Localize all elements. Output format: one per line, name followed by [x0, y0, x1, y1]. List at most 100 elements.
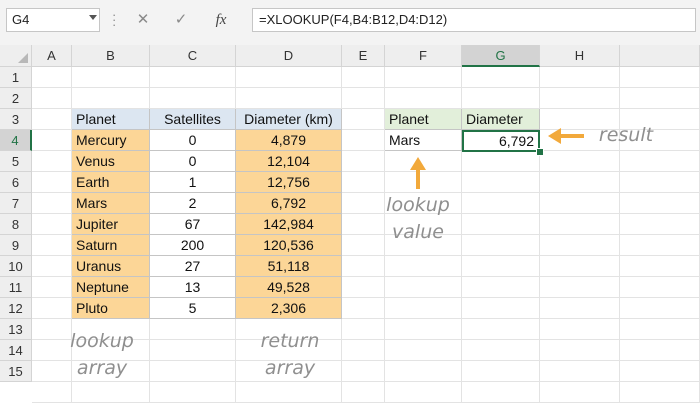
row-header-3[interactable]: 3 [0, 109, 32, 130]
cell[interactable] [540, 277, 620, 298]
cell[interactable] [342, 172, 385, 193]
cell[interactable] [385, 361, 462, 382]
cell[interactable] [342, 67, 385, 88]
cell[interactable] [32, 109, 72, 130]
cell[interactable] [150, 67, 236, 88]
row-header-12[interactable]: 12 [0, 298, 32, 319]
cell[interactable] [540, 319, 620, 340]
diameter-cell[interactable]: 4,879 [236, 130, 342, 151]
cell[interactable] [620, 256, 700, 277]
satellites-cell[interactable]: 13 [150, 277, 236, 298]
cell[interactable] [342, 256, 385, 277]
insert-function-icon[interactable]: fx [208, 8, 234, 32]
table-header-planet[interactable]: Planet [72, 109, 150, 130]
cell[interactable] [620, 340, 700, 361]
cell[interactable] [236, 67, 342, 88]
cell[interactable] [462, 340, 540, 361]
cell[interactable] [620, 67, 700, 88]
satellites-cell[interactable]: 5 [150, 298, 236, 319]
satellites-cell[interactable]: 1 [150, 172, 236, 193]
cell[interactable] [32, 256, 72, 277]
cell[interactable] [540, 298, 620, 319]
table-header-diameter-km[interactable]: Diameter (km) [236, 109, 342, 130]
cell[interactable] [72, 88, 150, 109]
cell[interactable] [385, 256, 462, 277]
planet-cell[interactable]: Mars [72, 193, 150, 214]
cell[interactable] [462, 193, 540, 214]
column-header-b[interactable]: B [72, 45, 150, 67]
diameter-cell[interactable]: 12,756 [236, 172, 342, 193]
cell[interactable] [32, 172, 72, 193]
satellites-cell[interactable]: 0 [150, 130, 236, 151]
cancel-icon[interactable]: ✕ [130, 8, 156, 32]
row-header-6[interactable]: 6 [0, 172, 32, 193]
cell[interactable] [342, 193, 385, 214]
row-header-1[interactable]: 1 [0, 67, 32, 88]
cell[interactable] [342, 88, 385, 109]
row-header-13[interactable]: 13 [0, 319, 32, 340]
diameter-cell[interactable]: 2,306 [236, 298, 342, 319]
cell[interactable] [150, 361, 236, 382]
cell[interactable] [462, 88, 540, 109]
cell[interactable] [462, 67, 540, 88]
column-header-e[interactable]: E [342, 45, 385, 67]
cell[interactable] [32, 151, 72, 172]
cell[interactable] [620, 151, 700, 172]
cell[interactable] [540, 235, 620, 256]
row-header-11[interactable]: 11 [0, 277, 32, 298]
cell[interactable] [540, 88, 620, 109]
row-header-7[interactable]: 7 [0, 193, 32, 214]
cell[interactable] [540, 67, 620, 88]
more-dots-icon[interactable]: · · · [112, 8, 116, 31]
cell[interactable] [32, 277, 72, 298]
cell[interactable] [462, 298, 540, 319]
cell[interactable] [150, 319, 236, 340]
row-header-8[interactable]: 8 [0, 214, 32, 235]
cell[interactable] [32, 193, 72, 214]
cell[interactable] [620, 361, 700, 382]
cell[interactable] [540, 151, 620, 172]
cell[interactable] [462, 214, 540, 235]
diameter-cell[interactable]: 6,792 [236, 193, 342, 214]
formula-input[interactable]: =XLOOKUP(F4,B4:B12,D4:D12) [252, 8, 696, 32]
cell[interactable] [342, 298, 385, 319]
diameter-cell[interactable]: 142,984 [236, 214, 342, 235]
planet-cell[interactable]: Neptune [72, 277, 150, 298]
cell[interactable] [342, 130, 385, 151]
name-box[interactable]: G4 [6, 8, 100, 32]
planet-cell[interactable]: Jupiter [72, 214, 150, 235]
cell[interactable] [385, 67, 462, 88]
planet-cell[interactable]: Earth [72, 172, 150, 193]
cell[interactable] [342, 235, 385, 256]
lookup-header-planet[interactable]: Planet [385, 109, 462, 130]
cell[interactable] [342, 151, 385, 172]
cell[interactable] [342, 340, 385, 361]
cell[interactable] [342, 277, 385, 298]
row-header-14[interactable]: 14 [0, 340, 32, 361]
column-header-f[interactable]: F [385, 45, 462, 67]
cell[interactable] [72, 67, 150, 88]
column-header-c[interactable]: C [150, 45, 236, 67]
planet-cell[interactable]: Uranus [72, 256, 150, 277]
table-header-satellites[interactable]: Satellites [150, 109, 236, 130]
column-header-a[interactable]: A [32, 45, 72, 67]
cell[interactable] [620, 172, 700, 193]
chevron-down-icon[interactable] [89, 15, 97, 20]
select-all-corner[interactable] [0, 45, 32, 67]
column-header-g[interactable]: G [462, 45, 540, 67]
planet-cell[interactable]: Venus [72, 151, 150, 172]
cell[interactable] [462, 361, 540, 382]
cell[interactable] [385, 88, 462, 109]
diameter-cell[interactable]: 49,528 [236, 277, 342, 298]
planet-cell[interactable]: Pluto [72, 298, 150, 319]
cell[interactable] [342, 319, 385, 340]
cell[interactable] [342, 214, 385, 235]
diameter-cell[interactable]: 120,536 [236, 235, 342, 256]
row-header-4[interactable]: 4 [0, 130, 32, 151]
row-header-10[interactable]: 10 [0, 256, 32, 277]
cell[interactable] [620, 214, 700, 235]
satellites-cell[interactable]: 67 [150, 214, 236, 235]
satellites-cell[interactable]: 27 [150, 256, 236, 277]
column-header-h[interactable]: H [540, 45, 620, 67]
row-header-5[interactable]: 5 [0, 151, 32, 172]
